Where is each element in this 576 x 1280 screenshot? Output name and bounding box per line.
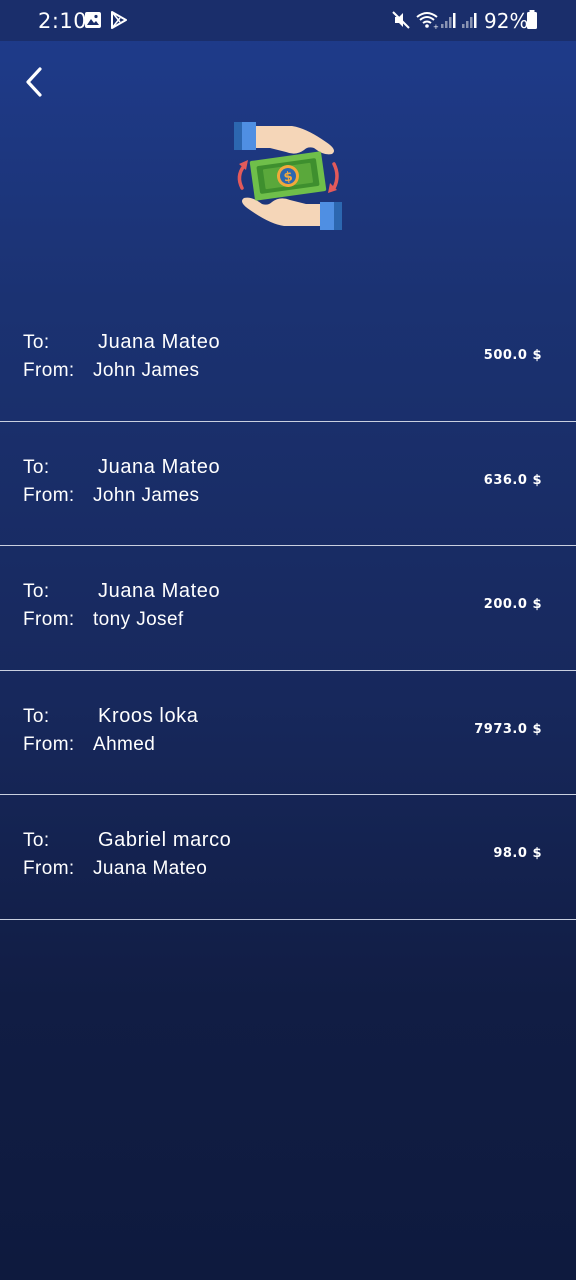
sender-name: John James [93, 484, 200, 506]
signal-icon [461, 11, 479, 34]
sender-line: From: John James [23, 360, 199, 382]
transaction-amount: 500.0 $ [483, 348, 542, 363]
sender-line: From: Ahmed [23, 734, 155, 756]
from-label: From: [23, 733, 75, 755]
to-label: To: [23, 456, 50, 478]
transaction-amount: 200.0 $ [483, 597, 542, 612]
transaction-row[interactable]: To: Kroos loka From: Ahmed 7973.0 $ [0, 671, 576, 795]
signal-icon [440, 11, 458, 34]
wifi-icon: + [415, 11, 439, 34]
from-label: From: [23, 360, 75, 381]
to-label: To: [23, 581, 50, 602]
battery-icon [526, 10, 538, 35]
sender-line: From: tony Josef [23, 609, 184, 631]
recipient-line: To: Gabriel marco [23, 829, 231, 852]
mute-icon [392, 11, 410, 34]
transaction-row[interactable]: To: Gabriel marco From: Juana Mateo 98.0 $ [0, 795, 576, 920]
recipient-line: To: Kroos loka [23, 705, 199, 728]
transaction-amount: 636.0 $ [483, 472, 542, 488]
transaction-row[interactable]: To: Juana Mateo From: John James 636.0 $ [0, 422, 576, 546]
image-icon [84, 11, 102, 34]
sender-name: Juana Mateo [93, 858, 208, 879]
to-label: To: [23, 830, 50, 851]
recipient-line: To: Juana Mateo [23, 456, 220, 479]
battery-percent: 92% [484, 9, 529, 33]
transaction-list: To: Juana Mateo From: John James 500.0 $ T… [0, 297, 576, 920]
sender-line: From: Juana Mateo [23, 858, 207, 880]
sender-name: tony Josef [93, 609, 184, 630]
recipient-line: To: Juana Mateo [23, 580, 220, 603]
status-bar: 2:10 + 92% [0, 0, 576, 41]
transaction-row[interactable]: To: Juana Mateo From: tony Josef 200.0 $ [0, 546, 576, 671]
money-transfer-icon: $ [230, 118, 346, 234]
play-store-icon [110, 11, 128, 34]
back-button[interactable] [20, 64, 50, 100]
recipient-name: Juana Mateo [98, 580, 221, 602]
recipient-name: Kroos loka [98, 704, 199, 727]
from-label: From: [23, 858, 75, 879]
status-time: 2:10 [38, 9, 88, 33]
svg-text:+: + [433, 23, 439, 29]
recipient-name: Juana Mateo [98, 331, 221, 353]
chevron-left-icon [26, 67, 42, 97]
from-label: From: [23, 609, 75, 630]
to-label: To: [23, 332, 50, 353]
from-label: From: [23, 484, 75, 506]
sender-line: From: John James [23, 485, 199, 507]
to-label: To: [23, 705, 50, 727]
recipient-line: To: Juana Mateo [23, 331, 220, 354]
sender-name: John James [93, 360, 200, 381]
recipient-name: Juana Mateo [98, 455, 221, 478]
recipient-name: Gabriel marco [98, 829, 232, 851]
sender-name: Ahmed [93, 733, 156, 755]
transaction-row[interactable]: To: Juana Mateo From: John James 500.0 $ [0, 297, 576, 422]
transaction-amount: 7973.0 $ [474, 721, 542, 737]
transaction-amount: 98.0 $ [493, 846, 542, 861]
